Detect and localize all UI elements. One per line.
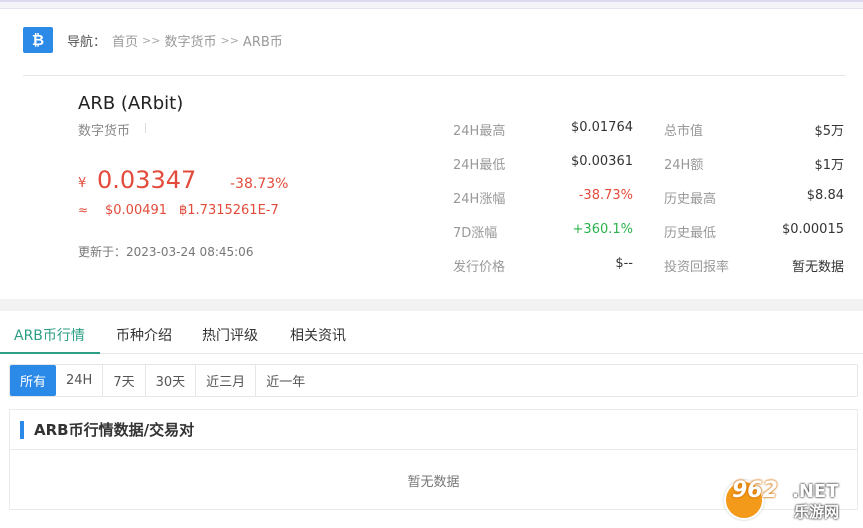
btc-price: ฿1.7315261E-7	[179, 203, 279, 218]
breadcrumb-current: ARB币	[242, 34, 283, 50]
stat-value-24h-change: -38.73%	[578, 188, 633, 203]
time-range-filter: 所有 24H 7天 30天 近三月 近一年	[9, 364, 858, 397]
tab-market[interactable]: ARB币行情	[14, 325, 85, 345]
panel-title-marker	[20, 420, 24, 439]
stat-value-24h-low: $0.00361	[570, 154, 633, 169]
panel-title: ARB币行情数据/交易对	[34, 421, 195, 439]
watermark-net: .NET	[792, 481, 839, 502]
updated-time: 更新于：2023-03-24 08:45:06	[78, 245, 254, 259]
stat-label-24h-high: 24H最高	[453, 124, 506, 139]
stat-label-24h-low: 24H最低	[453, 158, 506, 173]
stat-value-roi: 暂无数据	[791, 260, 844, 275]
stat-label-24h-change: 24H涨幅	[453, 192, 506, 207]
breadcrumb-separator: >>	[142, 33, 161, 47]
usd-price: $0.00491	[105, 203, 168, 218]
breadcrumb: ₿ 导航： 首页 >> 数字货币 >> ARB币	[23, 27, 283, 53]
bitcoin-logo-icon: ₿	[23, 27, 53, 53]
range-7d-button[interactable]: 7天	[103, 365, 146, 396]
coin-name: ARB (ARbit)	[78, 93, 184, 114]
tab-news[interactable]: 相关资讯	[290, 325, 346, 345]
cny-price: 0.03347	[97, 166, 197, 194]
stat-label-roi: 投资回报率	[664, 260, 730, 275]
stat-value-issue-price: $--	[615, 256, 633, 271]
stat-label-issue-price: 发行价格	[453, 260, 506, 275]
breadcrumb-crypto-link[interactable]: 数字货币	[164, 31, 216, 50]
category-divider	[145, 123, 146, 133]
stat-label-7d-change: 7D涨幅	[453, 226, 498, 241]
stat-label-all-time-high: 历史最高	[664, 192, 717, 207]
divider	[23, 75, 846, 76]
active-tab-indicator	[0, 352, 100, 354]
watermark-brand: 962	[732, 478, 778, 503]
breadcrumb-home-link[interactable]: 首页	[112, 31, 138, 50]
range-1y-button[interactable]: 近一年	[256, 365, 315, 396]
stat-value-all-time-high: $8.84	[806, 188, 844, 203]
panel-header: ARB币行情数据/交易对	[10, 410, 857, 450]
stat-label-all-time-low: 历史最低	[664, 226, 717, 241]
stat-value-24h-high: $0.01764	[570, 120, 633, 135]
stat-value-7d-change: +360.1%	[572, 222, 633, 237]
approx-symbol: ≈	[78, 203, 89, 217]
stat-value-market-cap: $5万	[814, 124, 844, 139]
site-watermark: 962 .NET 乐游网	[724, 476, 860, 522]
tab-intro[interactable]: 币种介绍	[116, 325, 172, 345]
range-24h-button[interactable]: 24H	[56, 365, 104, 396]
stat-label-market-cap: 总市值	[664, 124, 704, 139]
breadcrumb-label: 导航：	[67, 34, 107, 50]
section-divider	[0, 299, 863, 311]
stat-value-all-time-low: $0.00015	[781, 222, 844, 237]
stat-value-24h-volume: $1万	[814, 158, 844, 173]
watermark-cn: 乐游网	[794, 503, 840, 521]
range-30d-button[interactable]: 30天	[146, 365, 197, 396]
price-change: -38.73%	[230, 176, 289, 192]
cny-symbol: ¥	[78, 176, 87, 191]
coin-category: 数字货币	[78, 124, 131, 139]
tab-bar: ARB币行情 币种介绍 热门评级 相关资讯	[0, 311, 863, 354]
tab-ratings[interactable]: 热门评级	[202, 325, 258, 345]
breadcrumb-separator: >>	[220, 33, 239, 47]
range-all-button[interactable]: 所有	[10, 365, 57, 396]
range-3m-button[interactable]: 近三月	[196, 365, 257, 396]
stat-label-24h-volume: 24H额	[664, 158, 704, 173]
top-strip	[0, 0, 863, 9]
